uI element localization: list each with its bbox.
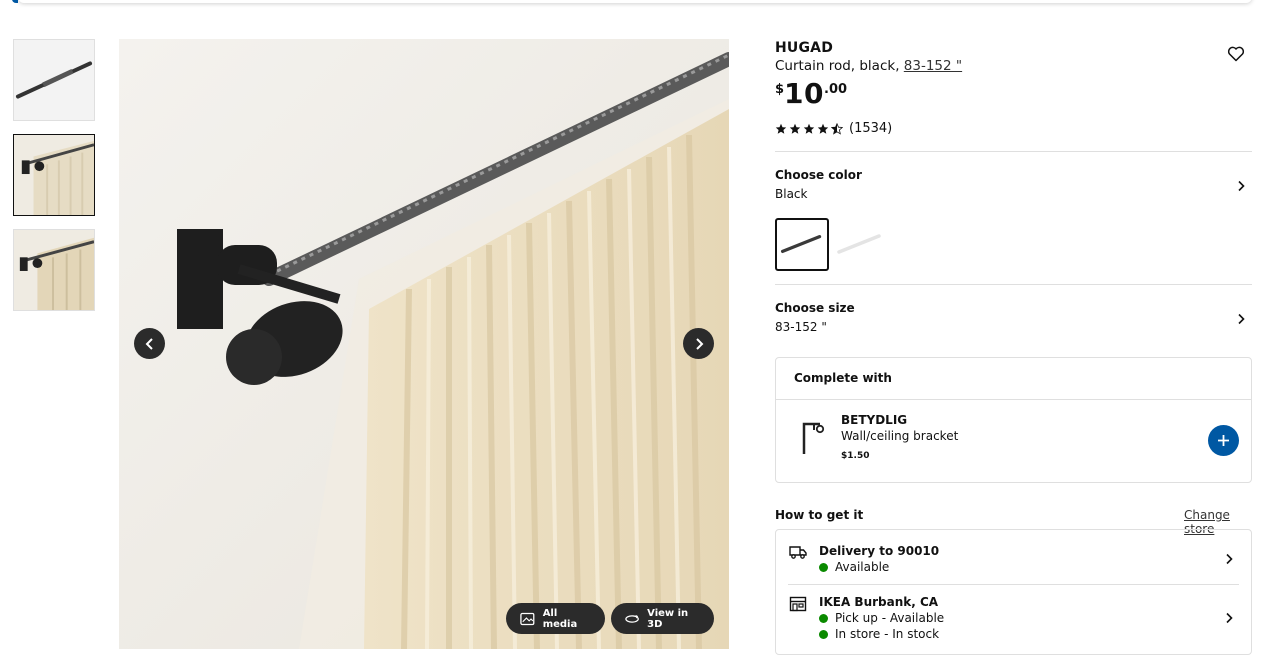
star-icon [803,123,815,134]
product-price: $ 10 .00 [775,76,847,112]
rating-stars [775,122,843,135]
main-product-image: All media View in 3D [119,39,729,649]
color-swatch-black[interactable] [775,218,829,271]
chevron-right-icon[interactable] [1223,553,1235,565]
chevron-right-icon [695,337,703,350]
product-info-panel: HUGAD Curtain rod, black, 83-152 " $ 10 … [775,0,1252,656]
delivery-status-text: Available [835,560,890,574]
available-indicator [819,613,828,623]
product-description-text: Curtain rod, black, [775,58,900,74]
divider [775,284,1252,285]
view-in-3d-label: View in 3D [647,607,689,630]
star-icon [775,123,787,134]
product-description: Curtain rod, black, 83-152 " [775,58,962,74]
curtain-rod-with-curtain-image [14,230,94,310]
chevron-right-icon[interactable] [1235,180,1247,192]
thumbnail-1[interactable] [13,39,95,121]
color-swatch-white[interactable] [833,218,887,271]
thumbnail-3[interactable] [13,229,95,311]
chevron-left-icon [145,337,153,350]
divider [775,151,1252,152]
divider [788,584,1239,585]
instore-status: In store - In stock [819,627,939,641]
curtain-rod-scene-image [119,39,729,649]
all-media-label: All media [542,607,578,630]
half-star-icon [831,122,843,135]
price-integer: 10 [784,77,825,110]
curtain-rod-image [14,40,94,120]
star-icon [817,123,829,134]
store-title[interactable]: IKEA Burbank, CA [819,595,938,609]
how-to-get-it-heading: How to get it [775,508,864,522]
accessory-name[interactable]: BETYDLIG [841,413,907,427]
delivery-status: Available [819,560,889,574]
accessory-description: Wall/ceiling bracket [841,429,959,443]
selected-color-value: Black [775,187,808,201]
review-count: (1534) [849,121,893,136]
in-stock-indicator [819,629,828,639]
3d-view-icon [625,614,639,623]
product-size-link[interactable]: 83-152 " [904,58,962,74]
add-accessory-button[interactable] [1208,425,1239,456]
price-decimal: .00 [824,82,848,97]
store-icon [789,596,807,612]
pickup-status-text: Pick up - Available [835,611,945,625]
product-rating[interactable]: (1534) [775,121,892,136]
black-rod-image [780,235,822,254]
selected-size-value: 83-152 " [775,320,827,334]
view-in-3d-button[interactable]: View in 3D [611,603,714,634]
progress-indicator [12,0,18,3]
choose-size-label: Choose size [775,301,855,315]
choose-color-label: Choose color [775,168,862,182]
star-icon [789,123,801,134]
accessory-price: $1.50 [841,451,870,461]
white-rod-image [837,234,881,254]
delivery-title[interactable]: Delivery to 90010 [819,544,939,558]
chevron-right-icon[interactable] [1223,612,1235,624]
next-image-button[interactable] [683,328,714,359]
complete-with-heading: Complete with [794,371,892,385]
divider [776,399,1251,400]
bracket-product-image [802,422,825,454]
thumbnail-2[interactable] [13,134,95,216]
all-media-button[interactable]: All media [506,603,605,634]
pickup-status: Pick up - Available [819,611,944,625]
heart-icon[interactable] [1227,45,1245,63]
fulfillment-card: Delivery to 90010 Available IKEA Burbank… [775,529,1252,655]
chevron-right-icon[interactable] [1235,313,1247,325]
previous-image-button[interactable] [134,328,165,359]
curtain-rod-in-room-image [14,135,94,215]
instore-status-text: In store - In stock [835,627,940,641]
product-name: HUGAD [775,40,834,56]
delivery-truck-icon [789,546,807,559]
plus-icon [1218,435,1229,446]
price-currency: $ [775,82,785,97]
gallery-icon [520,612,535,625]
available-indicator [819,562,828,572]
complete-with-card: Complete with BETYDLIG Wall/ceiling brac… [775,357,1252,483]
